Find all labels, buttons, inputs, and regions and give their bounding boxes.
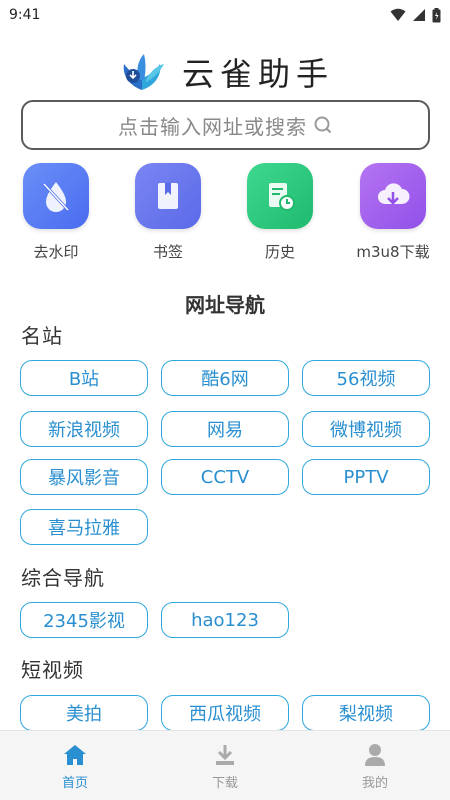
battery-icon <box>432 7 441 22</box>
bookmark-icon <box>135 163 201 229</box>
watermark-remove-icon <box>23 163 89 229</box>
bottom-tab-bar: 首页 下载 我的 <box>0 730 450 800</box>
home-icon <box>64 745 86 765</box>
signal-icon <box>413 9 425 21</box>
nav-link[interactable]: hao123 <box>161 602 289 638</box>
search-placeholder: 点击输入网址或搜索 <box>118 114 307 139</box>
search-icon <box>314 116 332 134</box>
status-bar: 9:41 <box>0 0 450 30</box>
nav-link[interactable]: B站 <box>20 360 148 396</box>
nav-link[interactable]: PPTV <box>302 459 430 495</box>
status-time: 9:41 <box>9 7 41 23</box>
tool-label: 去水印 <box>33 243 79 261</box>
tool-label: 历史 <box>264 243 295 261</box>
nav-link[interactable]: 网易 <box>161 411 289 447</box>
nav-link[interactable]: 西瓜视频 <box>161 695 289 731</box>
search-bar[interactable]: 点击输入网址或搜索 <box>21 100 430 150</box>
app-title: 云雀助手 <box>181 55 334 93</box>
nav-link[interactable]: 2345影视 <box>20 602 148 638</box>
tool-history[interactable]: 历史 <box>230 163 330 262</box>
section-title: 综合导航 <box>21 566 105 590</box>
tab-label: 首页 <box>61 776 88 791</box>
wifi-icon <box>390 8 406 21</box>
nav-link[interactable]: 新浪视频 <box>20 411 148 447</box>
nav-link[interactable]: 暴风影音 <box>20 459 148 495</box>
tab-download[interactable]: 下载 <box>150 731 300 800</box>
tab-home[interactable]: 首页 <box>0 731 150 800</box>
download-icon <box>216 745 234 765</box>
tool-m3u8-download[interactable]: m3u8下载 <box>343 163 443 262</box>
brand-header: 云雀助手 <box>0 48 450 96</box>
tool-label: m3u8下载 <box>356 243 430 261</box>
user-icon <box>365 744 385 766</box>
tool-watermark[interactable]: 去水印 <box>6 163 106 262</box>
tool-label: 书签 <box>152 243 183 261</box>
nav-link[interactable]: 酷6网 <box>161 360 289 396</box>
section-title: 名站 <box>21 324 63 348</box>
lark-logo-icon <box>123 54 164 90</box>
nav-title: 网址导航 <box>185 293 265 317</box>
tool-shortcuts: 去水印 书签 历史 m3u8下载 <box>0 163 450 263</box>
cloud-download-icon <box>360 163 426 229</box>
nav-link[interactable]: CCTV <box>161 459 289 495</box>
tab-label: 下载 <box>211 776 238 791</box>
tab-profile[interactable]: 我的 <box>300 731 450 800</box>
section-title: 短视频 <box>21 658 84 682</box>
history-icon <box>247 163 313 229</box>
nav-link[interactable]: 梨视频 <box>302 695 430 731</box>
tab-label: 我的 <box>361 776 388 791</box>
nav-link[interactable]: 喜马拉雅 <box>20 509 148 545</box>
nav-link[interactable]: 微博视频 <box>302 411 430 447</box>
status-icons <box>390 7 441 23</box>
nav-link[interactable]: 美拍 <box>20 695 148 731</box>
nav-link[interactable]: 56视频 <box>302 360 430 396</box>
tool-bookmark[interactable]: 书签 <box>118 163 218 262</box>
